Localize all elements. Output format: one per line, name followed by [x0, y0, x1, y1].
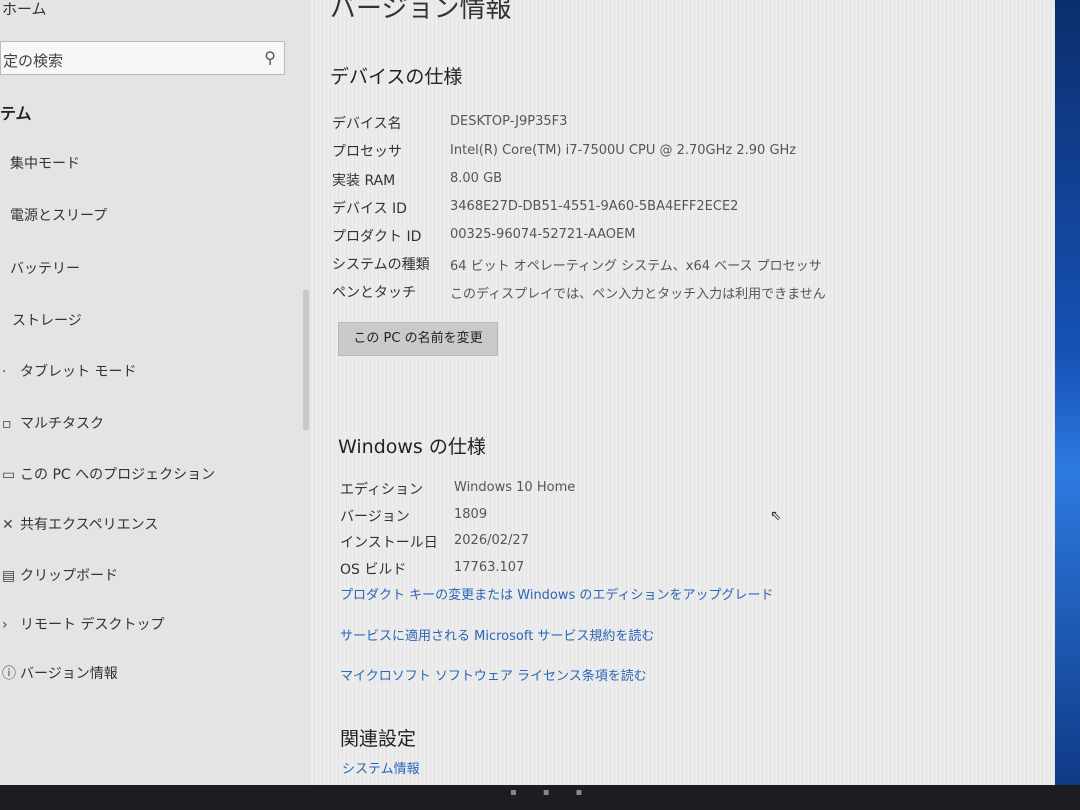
- sidebar-item-label: バージョン情報: [20, 666, 118, 682]
- spec-value: Windows 10 Home: [454, 480, 576, 495]
- sidebar-item-about[interactable]: ⓘ バージョン情報: [2, 663, 118, 683]
- sidebar-item-label: リモート デスクトップ: [20, 617, 165, 633]
- about-panel: バージョン情報 デバイスの仕様 デバイス名 DESKTOP-J9P35F3 プロ…: [310, 0, 1055, 785]
- home-link[interactable]: ホーム: [2, 0, 47, 19]
- spec-value: 00325-96074-52721-AAOEM: [450, 227, 636, 242]
- spec-value: 1809: [454, 507, 488, 522]
- spec-label: エディション: [340, 482, 424, 498]
- monitor-bezel: ▪▪▪: [0, 785, 1080, 810]
- spec-label: デバイス名: [332, 116, 402, 132]
- remote-icon: ›: [2, 617, 8, 633]
- spec-label: ペンとタッチ: [332, 285, 416, 301]
- search-placeholder: 定の検索: [3, 52, 64, 70]
- sidebar-item-storage[interactable]: ストレージ: [12, 310, 82, 330]
- spec-value: 17763.107: [454, 560, 525, 575]
- sidebar-item-shared-experiences[interactable]: ✕ 共有エクスペリエンス: [2, 514, 158, 534]
- settings-search-input[interactable]: 定の検索 ⚲: [0, 41, 285, 75]
- shared-icon: ✕: [2, 517, 14, 533]
- microsoft-services-agreement-link[interactable]: サービスに適用される Microsoft サービス規約を読む: [340, 625, 654, 644]
- page-title: バージョン情報: [330, 0, 512, 24]
- related-settings-heading: 関連設定: [340, 728, 417, 750]
- desktop-wallpaper: [1055, 0, 1080, 785]
- device-specs-heading: デバイスの仕様: [330, 66, 463, 88]
- settings-sidebar: ホーム 定の検索 ⚲ テム 集中モード 電源とスリープ バッテリー ストレージ …: [0, 0, 310, 800]
- sidebar-item-label: この PC へのプロジェクション: [20, 467, 216, 483]
- sidebar-item-tablet-mode[interactable]: · タブレット モード: [2, 361, 136, 381]
- spec-label: プロダクト ID: [332, 229, 422, 245]
- multitask-icon: ▫: [2, 416, 12, 432]
- taskbar-icon: ▪▪▪: [510, 787, 609, 798]
- spec-label: インストール日: [340, 535, 438, 551]
- sidebar-item-battery[interactable]: バッテリー: [10, 258, 80, 278]
- sidebar-item-label: 電源とスリープ: [10, 208, 108, 224]
- sidebar-item-power[interactable]: 電源とスリープ: [10, 205, 107, 225]
- sidebar-item-focus[interactable]: 集中モード: [10, 153, 80, 173]
- spec-label: デバイス ID: [332, 201, 407, 217]
- clipboard-icon: ▤: [2, 568, 16, 584]
- spec-label: システムの種類: [332, 257, 430, 273]
- spec-value: 3468E27D-DB51-4551-9A60-5BA4EFF2ECE2: [450, 199, 739, 214]
- tablet-icon: ·: [2, 364, 7, 380]
- sidebar-item-label: ストレージ: [12, 313, 82, 329]
- spec-value: 8.00 GB: [450, 171, 503, 186]
- spec-label: バージョン: [340, 509, 410, 525]
- sidebar-item-projection[interactable]: ▭ この PC へのプロジェクション: [2, 464, 215, 484]
- sidebar-item-label: 共有エクスペリエンス: [20, 517, 159, 533]
- system-info-link[interactable]: システム情報: [342, 758, 420, 777]
- spec-value: DESKTOP-J9P35F3: [450, 114, 568, 129]
- software-license-terms-link[interactable]: マイクロソフト ソフトウェア ライセンス条項を読む: [340, 665, 647, 684]
- sidebar-item-label: バッテリー: [10, 261, 80, 277]
- spec-value: 2026/02/27: [454, 533, 529, 548]
- spec-value: Intel(R) Core(TM) i7-7500U CPU @ 2.70GHz…: [450, 143, 797, 158]
- spec-value: 64 ビット オペレーティング システム、x64 ベース プロセッサ: [450, 259, 822, 274]
- sidebar-item-label: クリップボード: [20, 568, 118, 584]
- info-icon: ⓘ: [2, 666, 16, 682]
- sidebar-item-label: タブレット モード: [20, 364, 137, 380]
- spec-label: プロセッサ: [332, 144, 402, 160]
- spec-value: このディスプレイでは、ペン入力とタッチ入力は利用できません: [450, 287, 826, 302]
- mouse-cursor-icon: ⇖: [770, 508, 782, 524]
- sidebar-item-label: 集中モード: [10, 156, 80, 172]
- sidebar-scrollbar[interactable]: [303, 290, 309, 430]
- change-product-key-link[interactable]: プロダクト キーの変更または Windows のエディションをアップグレード: [340, 584, 774, 603]
- sidebar-item-label: マルチタスク: [20, 416, 104, 432]
- sidebar-item-multitask[interactable]: ▫ マルチタスク: [2, 413, 104, 433]
- spec-label: 実装 RAM: [332, 173, 396, 189]
- projection-icon: ▭: [2, 467, 16, 483]
- rename-pc-button[interactable]: この PC の名前を変更: [338, 322, 498, 356]
- spec-label: OS ビルド: [340, 562, 407, 578]
- sidebar-item-clipboard[interactable]: ▤ クリップボード: [2, 565, 118, 585]
- search-icon: ⚲: [264, 48, 276, 67]
- sidebar-section-system: テム: [0, 104, 32, 123]
- windows-specs-heading: Windows の仕様: [338, 436, 486, 458]
- sidebar-item-remote-desktop[interactable]: › リモート デスクトップ: [2, 614, 164, 634]
